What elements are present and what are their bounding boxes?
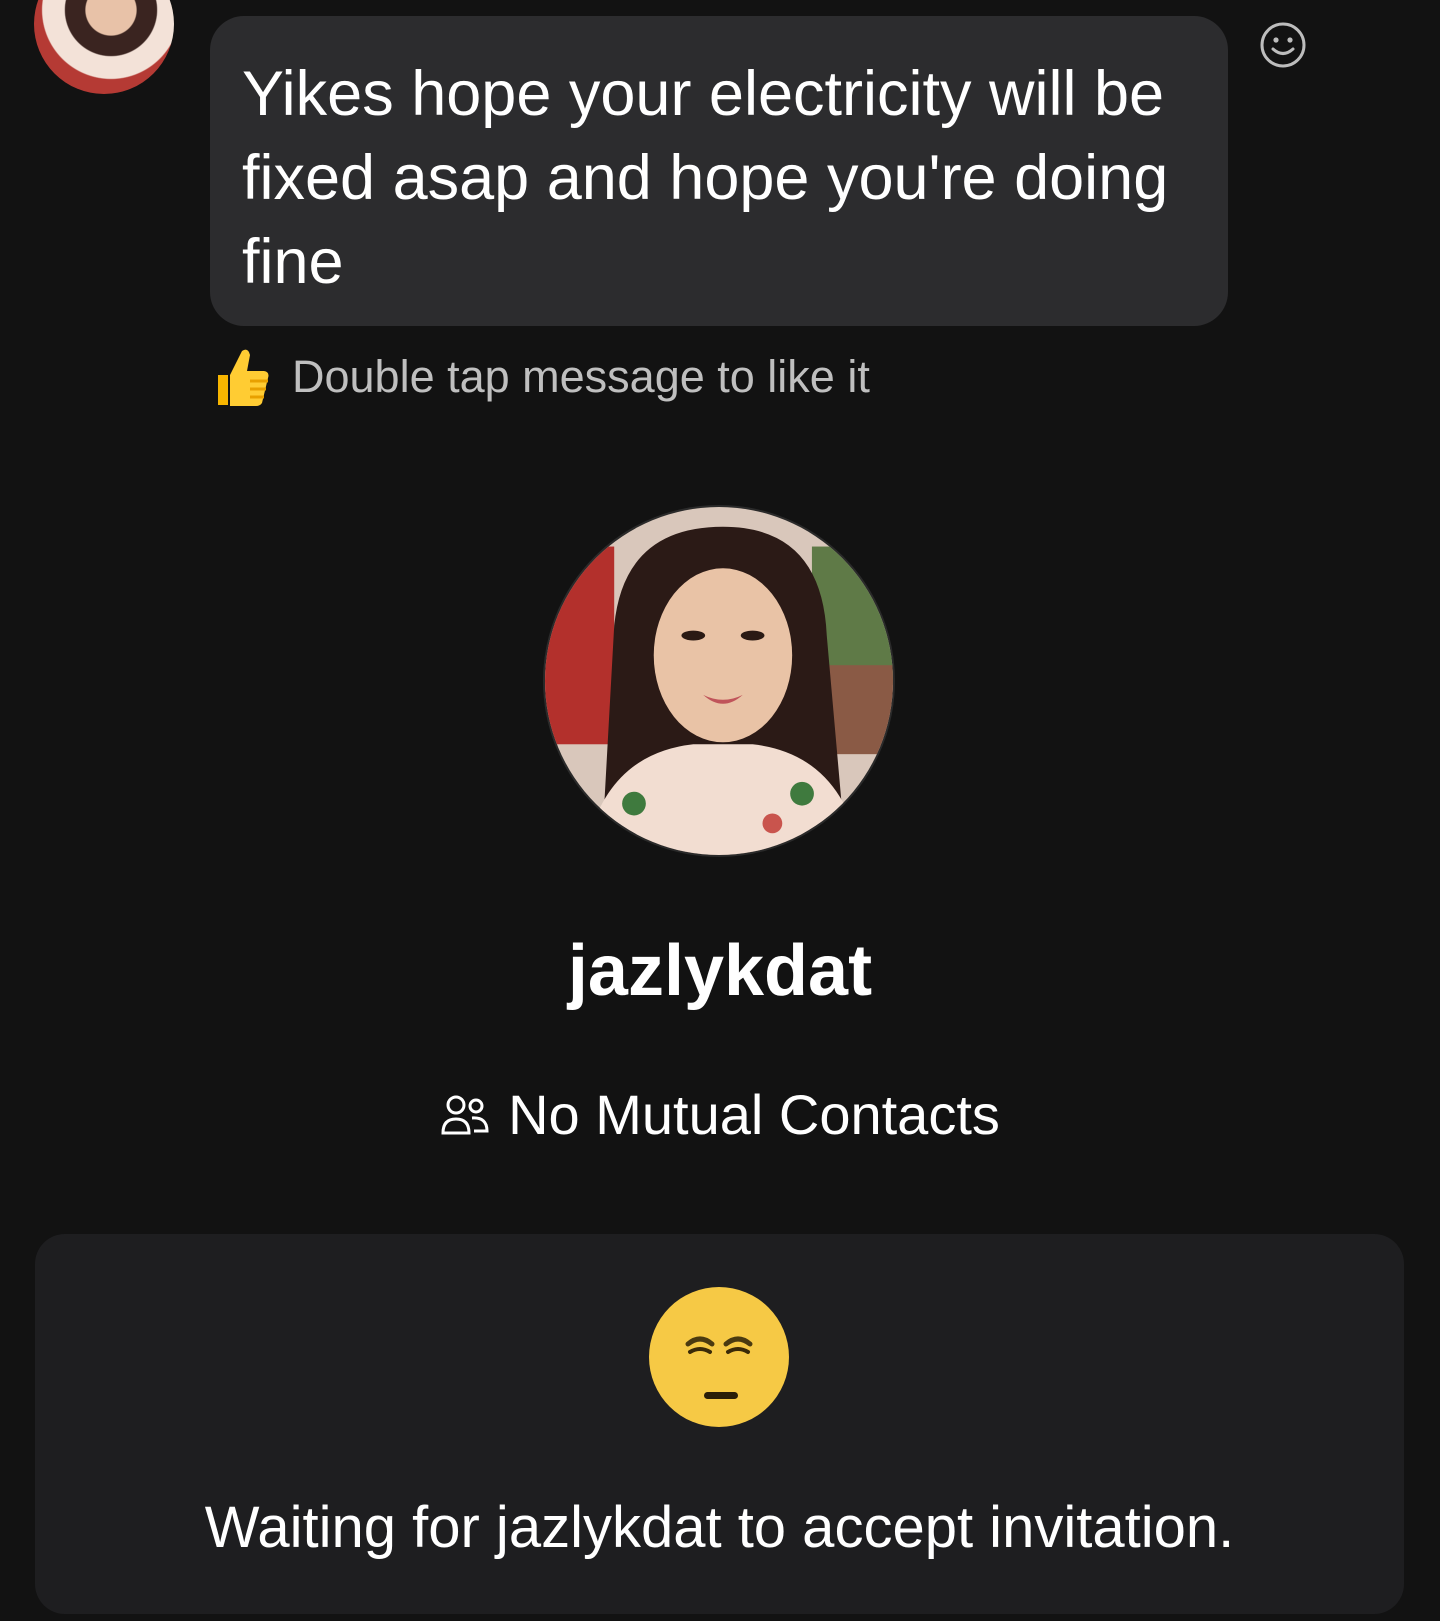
hint-text: Double tap message to like it [292, 351, 870, 402]
mutual-contacts-text: No Mutual Contacts [508, 1083, 1000, 1146]
invitation-card: Waiting for jazlykdat to accept invitati… [35, 1234, 1404, 1614]
like-hint: Double tap message to like it [210, 345, 870, 409]
relieved-face-icon [649, 1287, 789, 1427]
contacts-icon [441, 1095, 489, 1134]
profile-avatar[interactable] [543, 505, 895, 857]
profile-username: jazlykdat [567, 931, 873, 1011]
smiley-react-icon[interactable] [1258, 20, 1308, 70]
profile-photo [545, 507, 893, 855]
invite-status-text: Waiting for jazlykdat to accept invitati… [204, 1495, 1235, 1560]
chat-screen: jazlykdat Yikes hope your electricity wi… [0, 0, 1440, 1621]
thumbs-up-icon [218, 349, 269, 406]
mutual-contacts: No Mutual Contacts [0, 1082, 1440, 1147]
message-bubble[interactable]: Yikes hope your electricity will be fixe… [210, 16, 1228, 326]
message-text: Yikes hope your electricity will be fixe… [242, 59, 1169, 297]
sender-avatar[interactable] [34, 0, 174, 94]
